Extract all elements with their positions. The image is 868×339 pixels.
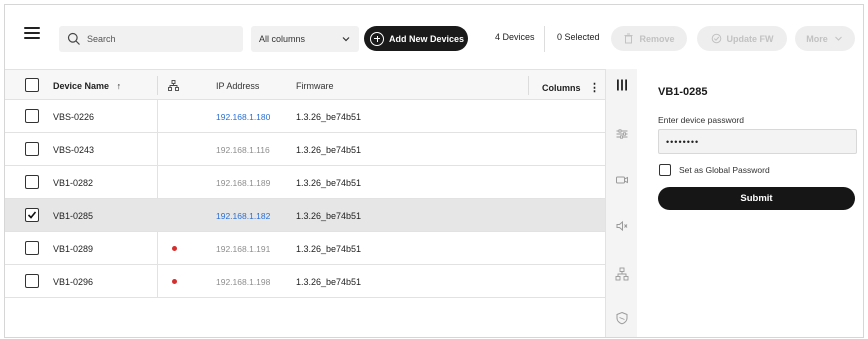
header-divider bbox=[528, 76, 529, 95]
firmware-header[interactable]: Firmware bbox=[296, 81, 334, 91]
search-box[interactable] bbox=[59, 26, 243, 52]
device-name-header[interactable]: Device Name ↑ bbox=[53, 81, 121, 91]
table-row[interactable]: VB1-0289 192.168.1.191 1.3.26_be74b51 bbox=[5, 232, 605, 265]
firmware-cell: 1.3.26_be74b51 bbox=[296, 277, 362, 287]
status-dot-icon bbox=[172, 246, 177, 251]
device-count: 4 Devices bbox=[495, 32, 535, 42]
ip-address-cell: 192.168.1.116 bbox=[216, 145, 270, 155]
row-checkbox[interactable] bbox=[25, 175, 39, 189]
device-name-header-label: Device Name bbox=[53, 81, 110, 91]
panel-title: VB1-0285 bbox=[658, 86, 708, 98]
columns-view-icon[interactable] bbox=[615, 78, 629, 92]
table-row[interactable]: VB1-0296 192.168.1.198 1.3.26_be74b51 bbox=[5, 265, 605, 298]
ip-address-link[interactable]: 192.168.1.180 bbox=[216, 112, 270, 122]
row-checkbox-checked[interactable] bbox=[25, 208, 39, 222]
device-name-cell: VB1-0296 bbox=[53, 277, 94, 287]
column-filter-select[interactable]: All columns bbox=[251, 26, 359, 52]
password-label: Enter device password bbox=[658, 115, 744, 125]
ip-address-header[interactable]: IP Address bbox=[216, 81, 259, 91]
device-name-cell: VB1-0282 bbox=[53, 178, 94, 188]
ip-address-cell: 192.168.1.198 bbox=[216, 277, 271, 287]
network-icon[interactable] bbox=[615, 267, 629, 281]
kebab-menu-icon: ⋮ bbox=[589, 82, 601, 94]
toolbar-divider bbox=[544, 26, 545, 52]
sort-ascending-icon: ↑ bbox=[116, 81, 122, 91]
selected-count: 0 Selected bbox=[557, 32, 600, 42]
firmware-cell: 1.3.26_be74b51 bbox=[296, 112, 362, 122]
columns-label: Columns bbox=[542, 83, 581, 93]
table-row[interactable]: VBS-0243 192.168.1.116 1.3.26_be74b51 bbox=[5, 133, 605, 166]
chevron-down-icon bbox=[834, 36, 842, 41]
video-camera-icon[interactable] bbox=[615, 173, 629, 187]
device-name-cell: VBS-0243 bbox=[53, 145, 95, 155]
hamburger-menu-icon[interactable] bbox=[24, 27, 40, 41]
submit-button[interactable]: Submit bbox=[658, 187, 855, 210]
device-name-cell: VB1-0285 bbox=[53, 211, 94, 221]
row-checkbox[interactable] bbox=[25, 274, 39, 288]
device-detail-panel: VB1-0285 Enter device password •••••••• … bbox=[637, 69, 863, 337]
search-icon bbox=[67, 32, 80, 45]
select-all-checkbox[interactable] bbox=[25, 78, 39, 92]
add-new-devices-label: Add New Devices bbox=[389, 33, 465, 44]
firmware-cell: 1.3.26_be74b51 bbox=[296, 178, 362, 188]
panel-tab-column bbox=[605, 69, 637, 337]
network-icon bbox=[168, 80, 179, 91]
ip-address-cell: 192.168.1.191 bbox=[216, 244, 271, 254]
ip-address-cell: 192.168.1.189 bbox=[216, 178, 271, 188]
remove-label: Remove bbox=[639, 33, 675, 44]
global-password-checkbox[interactable] bbox=[659, 164, 671, 176]
column-filter-value: All columns bbox=[259, 34, 306, 44]
update-icon bbox=[711, 33, 721, 44]
settings-sliders-icon[interactable] bbox=[615, 127, 629, 141]
more-button[interactable]: More bbox=[795, 26, 855, 51]
speaker-icon[interactable] bbox=[615, 219, 629, 233]
checkmark-icon bbox=[27, 211, 37, 219]
more-label: More bbox=[806, 33, 828, 44]
table-body: VBS-0226 192.168.1.180 1.3.26_be74b51 VB… bbox=[5, 100, 605, 298]
row-checkbox[interactable] bbox=[25, 142, 39, 156]
row-checkbox[interactable] bbox=[25, 241, 39, 255]
global-password-label: Set as Global Password bbox=[679, 165, 770, 175]
firmware-cell: 1.3.26_be74b51 bbox=[296, 211, 362, 221]
password-field[interactable]: •••••••• bbox=[658, 129, 857, 154]
header-divider bbox=[157, 76, 158, 95]
device-name-cell: VB1-0289 bbox=[53, 244, 94, 254]
ip-address-link[interactable]: 192.168.1.182 bbox=[216, 211, 270, 221]
firmware-cell: 1.3.26_be74b51 bbox=[296, 145, 362, 155]
table-row-selected[interactable]: VB1-0285 192.168.1.182 1.3.26_be74b51 bbox=[5, 199, 605, 232]
search-input[interactable] bbox=[87, 34, 237, 44]
toolbar: All columns Add New Devices 4 Devices 0 … bbox=[5, 5, 863, 69]
trash-icon bbox=[624, 33, 633, 44]
device-table: Device Name ↑ IP Address Firmware Column… bbox=[5, 69, 605, 298]
table-row[interactable]: VBS-0226 192.168.1.180 1.3.26_be74b51 bbox=[5, 100, 605, 133]
chevron-down-icon bbox=[342, 37, 350, 42]
remove-button[interactable]: Remove bbox=[611, 26, 687, 51]
device-manager-window: All columns Add New Devices 4 Devices 0 … bbox=[4, 4, 864, 338]
add-new-devices-button[interactable]: Add New Devices bbox=[364, 26, 468, 51]
device-name-cell: VBS-0226 bbox=[53, 112, 95, 122]
table-row[interactable]: VB1-0282 192.168.1.189 1.3.26_be74b51 bbox=[5, 166, 605, 199]
columns-menu-button[interactable]: Columns ⋮ bbox=[542, 81, 600, 94]
status-dot-icon bbox=[172, 279, 177, 284]
update-fw-label: Update FW bbox=[726, 33, 774, 44]
row-checkbox[interactable] bbox=[25, 109, 39, 123]
security-shield-icon[interactable] bbox=[615, 311, 629, 325]
firmware-cell: 1.3.26_be74b51 bbox=[296, 244, 362, 254]
table-header: Device Name ↑ IP Address Firmware Column… bbox=[5, 69, 605, 100]
update-fw-button[interactable]: Update FW bbox=[697, 26, 787, 51]
plus-circle-icon bbox=[370, 31, 384, 46]
